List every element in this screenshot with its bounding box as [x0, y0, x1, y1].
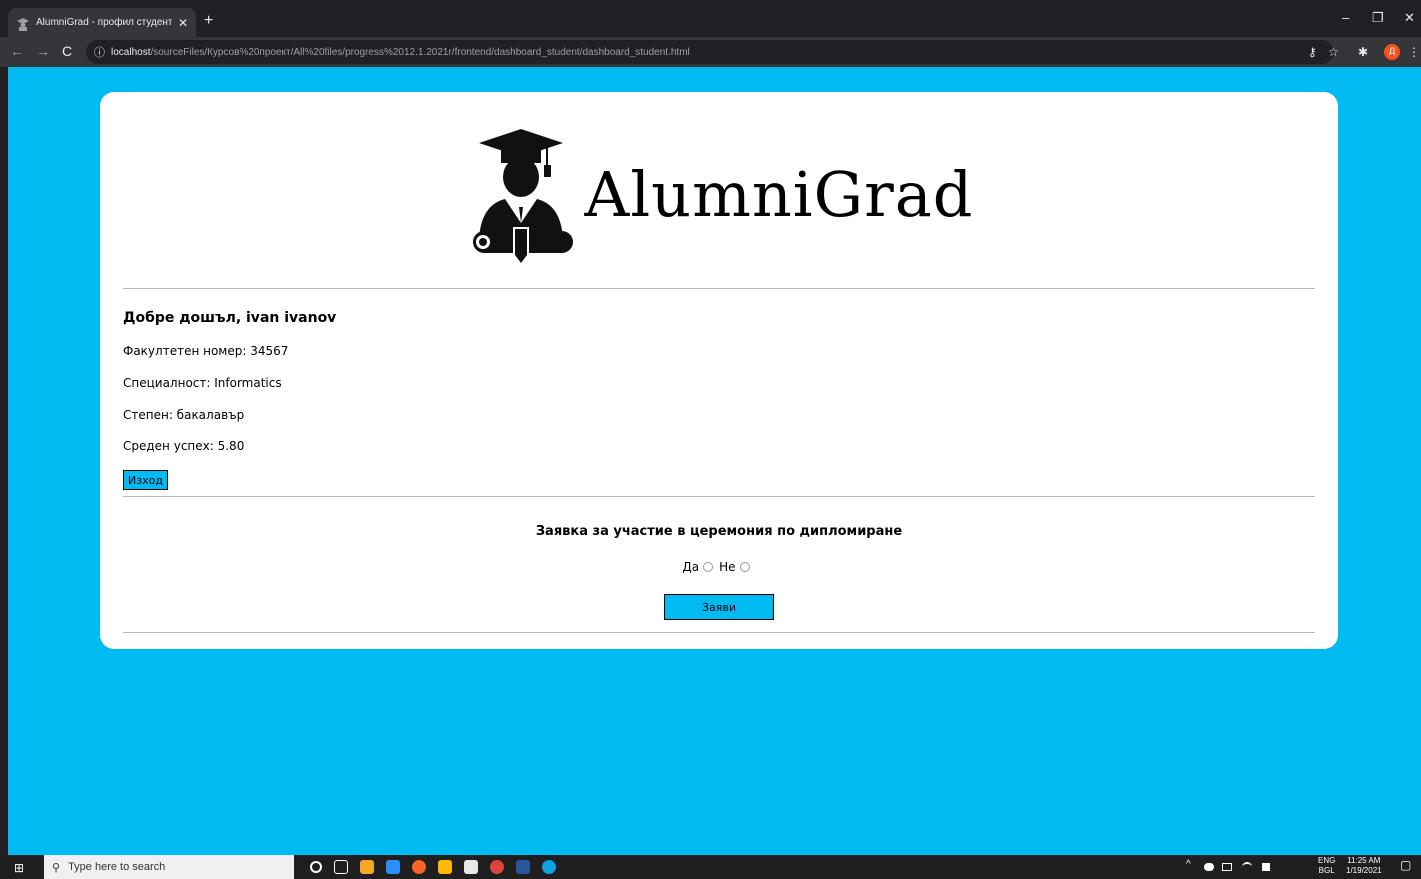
- browser-menu-icon[interactable]: ⋮: [1408, 45, 1420, 59]
- divider: [123, 632, 1315, 633]
- url-host: localhost: [111, 46, 151, 58]
- store-app-icon[interactable]: [464, 860, 478, 874]
- word-app-icon[interactable]: [516, 860, 530, 874]
- wifi-icon[interactable]: [1242, 862, 1252, 872]
- reload-button[interactable]: C: [62, 43, 72, 59]
- back-button[interactable]: ←: [10, 43, 24, 59]
- logo: AlumniGrad: [100, 122, 1338, 267]
- specialty: Специалност: Informatics: [123, 376, 282, 390]
- profile-avatar[interactable]: Д: [1384, 44, 1400, 60]
- battery-icon[interactable]: [1222, 863, 1232, 871]
- profile-card: AlumniGrad Добре дошъл, ivan ivanov Факу…: [100, 92, 1338, 649]
- language-indicator[interactable]: ENG BGL: [1318, 856, 1335, 876]
- url-path: /sourceFiles/Курсов%20проект/All%20files…: [150, 46, 690, 58]
- radio-no-label: Не: [719, 560, 736, 574]
- logo-text: AlumniGrad: [584, 158, 974, 231]
- taskbar-search-box[interactable]: ⚲ Type here to search: [44, 855, 294, 879]
- system-clock[interactable]: 11:25 AM 1/19/2021: [1346, 856, 1382, 876]
- divider: [123, 288, 1315, 289]
- browser-tabstrip: AlumniGrad - профил студент ✕ + – ❐ ✕: [0, 0, 1421, 37]
- browser-toolbar: ← → C ⓘ localhost /sourceFiles/Курсов%20…: [0, 37, 1421, 67]
- graduation-request-title: Заявка за участие в церемония по дипломи…: [535, 524, 903, 539]
- radio-yes[interactable]: [703, 562, 714, 572]
- window-restore-button[interactable]: ❐: [1372, 10, 1384, 26]
- window-minimize-button[interactable]: –: [1342, 10, 1349, 25]
- volume-icon[interactable]: [1262, 863, 1270, 871]
- file-explorer-icon[interactable]: [438, 860, 452, 874]
- average-grade: Среден успех: 5.80: [123, 439, 245, 453]
- forward-button[interactable]: →: [36, 43, 50, 59]
- onedrive-icon[interactable]: [1204, 863, 1214, 871]
- task-view-icon[interactable]: [334, 860, 348, 874]
- address-bar[interactable]: ⓘ localhost /sourceFiles/Курсов%20проект…: [86, 40, 1334, 64]
- xampp-app-icon[interactable]: [360, 860, 374, 874]
- graduate-favicon-icon: [16, 16, 30, 31]
- page-viewport: AlumniGrad Добре дошъл, ivan ivanov Факу…: [8, 67, 1421, 855]
- windows-taskbar: ⊞ ⚲ Type here to search ^ ENG BGL 11:25 …: [0, 855, 1421, 879]
- tab-title: AlumniGrad - профил студент: [36, 17, 172, 28]
- origin-app-icon[interactable]: [412, 860, 426, 874]
- site-info-icon[interactable]: ⓘ: [94, 44, 105, 60]
- radio-no[interactable]: [739, 562, 750, 572]
- cortana-icon[interactable]: [310, 861, 322, 873]
- zoom-app-icon[interactable]: [386, 860, 400, 874]
- clock-time: 11:25 AM: [1347, 856, 1381, 865]
- chrome-app-icon[interactable]: [490, 860, 504, 874]
- welcome-heading: Добре дошъл, ivan ivanov: [123, 310, 337, 326]
- keyboard-layout: BGL: [1318, 866, 1335, 875]
- clock-date: 1/19/2021: [1346, 866, 1382, 875]
- windows-start-icon[interactable]: ⊞: [14, 861, 24, 875]
- lang-code: ENG: [1318, 856, 1336, 865]
- bookmark-star-icon[interactable]: ☆: [1328, 45, 1339, 59]
- notification-icon[interactable]: ▢: [1400, 858, 1411, 872]
- attendance-radio-group: Да Не: [100, 560, 1338, 574]
- window-close-button[interactable]: ✕: [1404, 10, 1415, 26]
- password-key-icon[interactable]: ⚷: [1308, 45, 1317, 59]
- tab-close-icon[interactable]: ✕: [178, 16, 188, 30]
- divider: [123, 496, 1315, 497]
- browser-tab[interactable]: AlumniGrad - профил студент ✕: [8, 8, 196, 37]
- logout-button[interactable]: Изход: [123, 470, 168, 490]
- faculty-number: Факултетен номер: 34567: [123, 344, 289, 358]
- radio-yes-label: Да: [682, 560, 700, 574]
- new-tab-button[interactable]: +: [204, 12, 213, 30]
- search-icon: ⚲: [52, 861, 61, 874]
- extensions-icon[interactable]: ✱: [1358, 45, 1368, 59]
- submit-request-button[interactable]: Заяви: [664, 594, 774, 620]
- search-placeholder: Type here to search: [68, 861, 166, 873]
- edge-app-icon[interactable]: [542, 860, 556, 874]
- degree: Степен: бакалавър: [123, 408, 245, 422]
- tray-chevron-icon[interactable]: ^: [1186, 859, 1191, 870]
- graduate-logo-icon: [472, 128, 573, 263]
